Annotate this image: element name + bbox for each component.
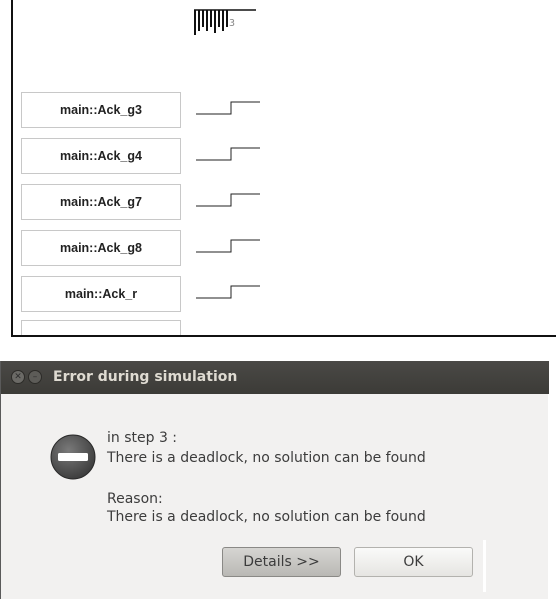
signal-waveform <box>196 193 260 207</box>
divider <box>483 540 486 592</box>
signal-waveform <box>196 285 260 299</box>
close-icon[interactable]: ✕ <box>11 370 25 384</box>
error-dialog: ✕ – Error during simulation in step 3 : … <box>0 361 549 599</box>
time-ruler <box>194 9 256 35</box>
error-step-line: in step 3 : <box>107 430 178 446</box>
signal-waveform <box>196 239 260 253</box>
waveform-panel: 3 main::Ack_g3 main::Ack_g4 main::Ack_g7… <box>11 0 556 337</box>
signal-label[interactable]: main::Ack_g7 <box>21 184 181 220</box>
error-message: There is a deadlock, no solution can be … <box>107 450 426 466</box>
signal-waveform <box>196 147 260 161</box>
signal-waveform <box>196 101 260 115</box>
dialog-titlebar[interactable]: ✕ – Error during simulation <box>1 361 549 394</box>
reason-text: There is a deadlock, no solution can be … <box>107 509 426 525</box>
stop-icon <box>50 434 96 480</box>
ok-button[interactable]: OK <box>354 547 473 577</box>
signal-label[interactable]: main::Ack_g8 <box>21 230 181 266</box>
reason-label: Reason: <box>107 491 163 507</box>
signal-label[interactable]: main::Ack_g4 <box>21 138 181 174</box>
signal-label-clipped[interactable] <box>21 320 181 335</box>
ruler-tick-label: 3 <box>229 18 236 29</box>
signal-label[interactable]: main::Ack_r <box>21 276 181 312</box>
details-button[interactable]: Details >> <box>222 547 341 577</box>
signal-label[interactable]: main::Ack_g3 <box>21 92 181 128</box>
minimize-icon[interactable]: – <box>28 370 42 384</box>
dialog-title: Error during simulation <box>53 369 238 385</box>
